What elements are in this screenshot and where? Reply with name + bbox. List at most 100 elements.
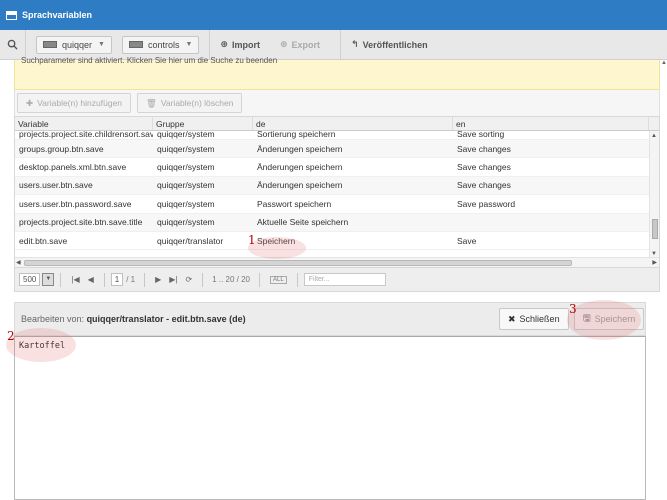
edit-prefix: Bearbeiten von:: [21, 314, 85, 324]
cell-de: Aktuelle Seite speichern: [257, 217, 349, 228]
cell-variable: groups.group.btn.save: [19, 143, 104, 154]
table-row[interactable]: groups.group.btn.save quiqqer/system Änd…: [15, 140, 649, 159]
cell-group: quiqqer/system: [157, 180, 215, 191]
chevron-down-icon: ▼: [185, 41, 193, 48]
search-icon: [7, 39, 18, 50]
annotation-highlight-1: [248, 237, 306, 259]
cell-de: Sortierung speichern: [257, 131, 336, 139]
search-notice-text: Suchparameter sind aktiviert. Klicken Si…: [21, 56, 278, 65]
plus-icon: ✚: [26, 97, 34, 108]
import-label: Import: [231, 39, 260, 50]
scroll-up-icon: ▲: [651, 133, 657, 139]
cell-en: Save changes: [457, 143, 511, 154]
window-titlebar: Sprachvariablen: [0, 0, 667, 30]
cell-variable: edit.btn.save: [19, 235, 68, 246]
filter-input[interactable]: Filter...: [303, 273, 386, 286]
delete-variable-button[interactable]: 🗑 Variable(n) löschen: [137, 93, 243, 113]
window-icon: [6, 10, 17, 20]
cell-variable: users.user.btn.password.save: [19, 198, 132, 209]
import-button[interactable]: ⊕ Import: [210, 30, 270, 60]
table-row[interactable]: users.user.btn.save quiqqer/system Änder…: [15, 176, 649, 196]
project-select-value: quiqqer: [62, 39, 93, 50]
cell-en: Save changes: [457, 180, 511, 191]
export-label: Export: [291, 39, 321, 50]
import-icon: ⊕: [220, 39, 228, 49]
project-select[interactable]: quiqqer ▼: [36, 35, 112, 54]
table-row[interactable]: projects.project.site.childrensort.save …: [15, 131, 649, 140]
page-total: / 1: [126, 275, 136, 284]
grid-pager: 500 ▼ |◀ ◀ 1 / 1 ▶ ▶| ⟳ 1 .. 20 / 20 ALL…: [14, 268, 660, 292]
cell-variable: users.user.btn.save: [19, 180, 93, 191]
column-header-de[interactable]: de: [253, 117, 453, 130]
table-row[interactable]: projects.project.site.btn.save.title qui…: [15, 213, 649, 232]
cell-en: Save sorting: [457, 131, 505, 139]
cell-group: quiqqer/system: [157, 198, 215, 209]
share-icon: ↰: [351, 39, 359, 49]
first-page-icon[interactable]: |◀: [71, 275, 79, 284]
chevron-down-icon[interactable]: ▼: [42, 273, 55, 286]
table-row-selected[interactable]: edit.btn.save quiqqer/translator Speiche…: [15, 232, 649, 251]
export-button[interactable]: ⊕ Export: [270, 30, 330, 60]
column-header-en[interactable]: en: [453, 117, 649, 130]
last-page-icon[interactable]: ▶|: [169, 275, 177, 284]
edit-panel-header: Bearbeiten von: quiqqer/translator - edi…: [14, 302, 646, 336]
scroll-left-icon: ◀: [16, 260, 21, 266]
scrollbar-thumb[interactable]: [24, 260, 572, 266]
next-page-icon[interactable]: ▶: [155, 275, 161, 284]
column-header-variable[interactable]: Variable: [15, 117, 153, 130]
refresh-icon[interactable]: ⟳: [186, 275, 193, 284]
pager-separator: [103, 272, 105, 287]
cell-variable: projects.project.site.btn.save.title: [19, 217, 143, 228]
cell-group: quiqqer/system: [157, 162, 215, 173]
edit-panel-title: Bearbeiten von: quiqqer/translator - edi…: [21, 314, 246, 324]
annotation-highlight-2: [6, 328, 76, 362]
cell-en: Save: [457, 235, 477, 246]
cell-en: Save changes: [457, 162, 511, 173]
cell-de: Änderungen speichern: [257, 143, 343, 154]
panel-splitter: [0, 292, 667, 302]
window-title: Sprachvariablen: [22, 10, 93, 20]
scroll-right-icon: ▶: [652, 260, 657, 266]
grid-vertical-scrollbar[interactable]: ▲ ▼: [649, 131, 659, 259]
export-icon: ⊕: [279, 39, 288, 49]
pager-separator: [144, 272, 146, 287]
window-scrollbar[interactable]: ▲: [660, 60, 667, 500]
annotation-number-3: 3: [569, 302, 577, 316]
variables-grid: Variable Gruppe de en projects.project.s…: [14, 116, 660, 268]
cell-de: Passwort speichern: [257, 198, 332, 209]
trash-icon: 🗑: [146, 97, 157, 108]
search-button[interactable]: [0, 29, 26, 60]
annotation-number-1: 1: [248, 233, 256, 247]
group-select[interactable]: controls ▼: [121, 35, 200, 54]
scroll-up-icon: ▲: [661, 60, 667, 66]
scrollbar-thumb[interactable]: [652, 219, 658, 239]
add-variable-button[interactable]: ✚ Variable(n) hinzufügen: [17, 93, 132, 113]
cell-variable: projects.project.site.childrensort.save: [19, 131, 153, 139]
table-row[interactable]: users.user.btn.password.save quiqqer/sys…: [15, 195, 649, 214]
cell-variable: desktop.panels.xml.btn.save: [19, 162, 127, 173]
search-notice[interactable]: Suchparameter sind aktiviert. Klicken Si…: [14, 56, 660, 90]
per-page-select[interactable]: 500: [19, 273, 41, 286]
cell-group: quiqqer/system: [157, 217, 215, 228]
page-input[interactable]: 1: [110, 273, 124, 286]
cell-de: Änderungen speichern: [257, 180, 343, 191]
pager-separator: [296, 272, 298, 287]
delete-variable-label: Variable(n) löschen: [160, 98, 234, 108]
group-select-value: controls: [147, 39, 180, 50]
select-all-icon[interactable]: ALL: [270, 275, 287, 284]
publish-label: Veröffentlichen: [362, 39, 428, 50]
grid-header: Variable Gruppe de en: [15, 117, 659, 131]
project-icon: [43, 41, 57, 48]
grid-horizontal-scrollbar[interactable]: ◀ ▶: [15, 257, 659, 267]
column-header-group[interactable]: Gruppe: [153, 117, 253, 130]
prev-page-icon[interactable]: ◀: [88, 275, 94, 284]
translation-editor[interactable]: Kartoffel: [14, 336, 646, 500]
close-button[interactable]: ✖ Schließen: [499, 308, 569, 330]
publish-button[interactable]: ↰ Veröffentlichen: [341, 30, 438, 60]
pager-separator: [202, 272, 204, 287]
table-row[interactable]: desktop.panels.xml.btn.save quiqqer/syst…: [15, 158, 649, 177]
add-variable-label: Variable(n) hinzufügen: [37, 98, 123, 108]
annotation-number-2: 2: [7, 329, 15, 343]
variables-toolbar: ✚ Variable(n) hinzufügen 🗑 Variable(n) l…: [14, 90, 660, 116]
cell-en: Save password: [457, 198, 516, 209]
